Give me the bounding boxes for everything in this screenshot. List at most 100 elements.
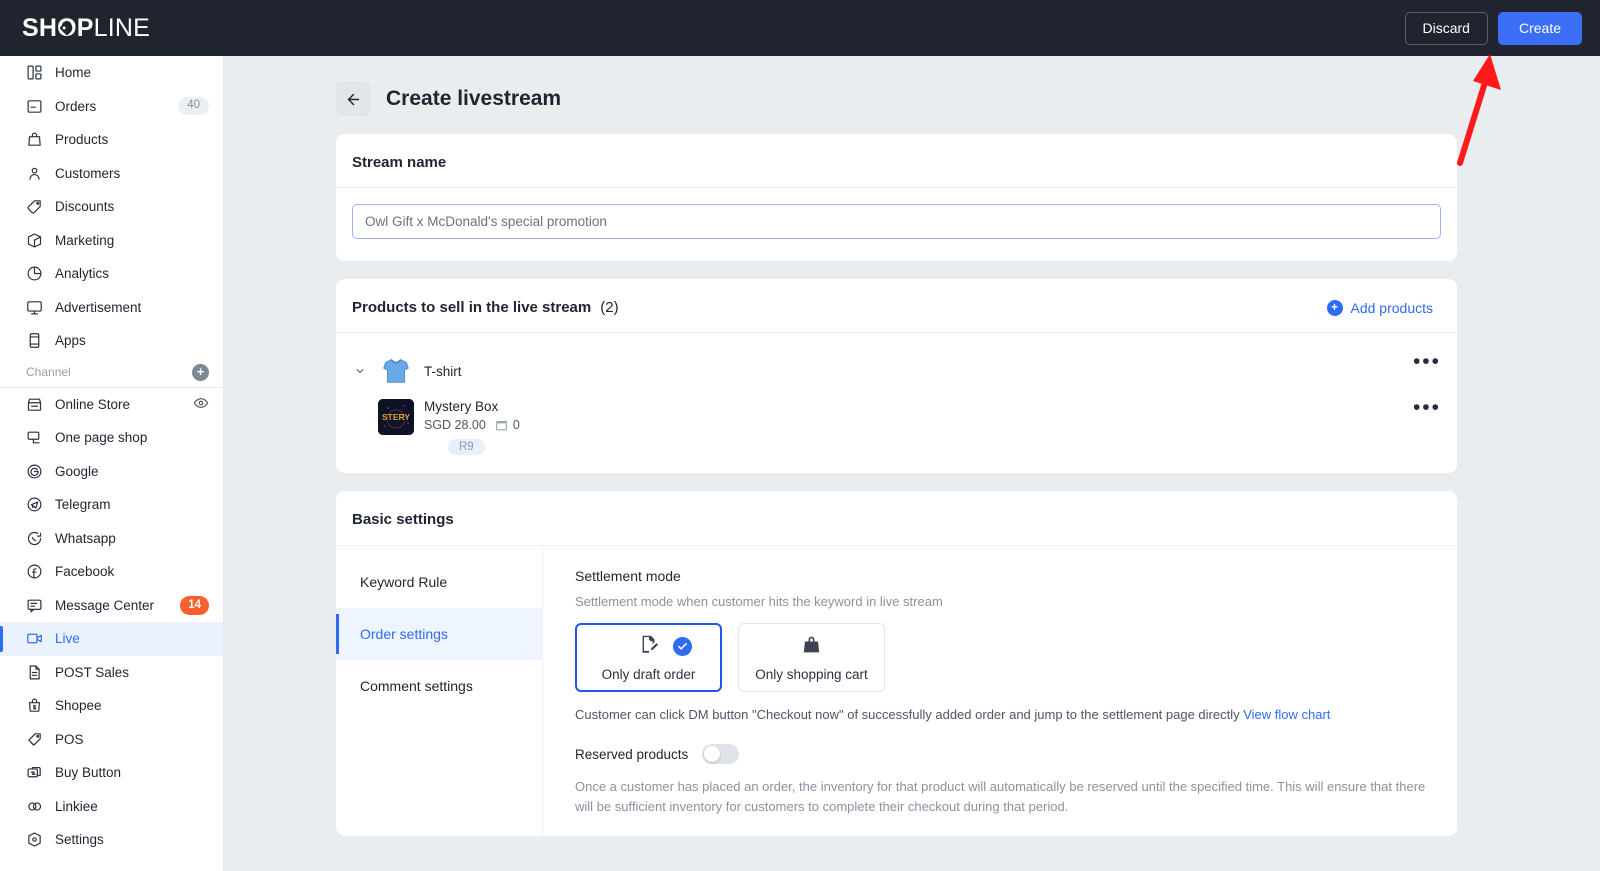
order-settings-panel: Settlement mode Settlement mode when cus…	[543, 546, 1457, 836]
back-button[interactable]	[336, 82, 370, 116]
helper-text: Customer can click DM button "Checkout n…	[575, 707, 1244, 722]
stream-name-input[interactable]	[352, 204, 1441, 239]
topbar-actions: Discard Create	[1404, 11, 1582, 45]
sidebar-item-label: Telegram	[55, 497, 111, 513]
sidebar-item-facebook[interactable]: Facebook	[0, 555, 223, 589]
sidebar-item-linkiee[interactable]: Linkiee	[0, 790, 223, 824]
shopping-bag-icon	[801, 634, 822, 660]
settlement-option-only-shopping-cart[interactable]: Only shopping cart	[738, 623, 885, 692]
settlement-mode-title: Settlement mode	[575, 568, 681, 584]
sidebar-item-shopee[interactable]: Shopee	[0, 689, 223, 723]
sidebar-item-one-page-shop[interactable]: One page shop	[0, 421, 223, 455]
mystery-box-image: STERY	[378, 399, 414, 435]
chevron-down-icon[interactable]	[352, 363, 368, 379]
main-content: Create livestream Stream name Products t…	[224, 56, 1600, 871]
sidebar-item-label: Online Store	[55, 396, 131, 412]
inventory-box-icon	[495, 419, 508, 432]
svg-text:STERY: STERY	[382, 412, 410, 422]
view-flow-chart-link[interactable]: View flow chart	[1243, 707, 1330, 722]
create-button[interactable]: Create	[1497, 11, 1582, 45]
sidebar-item-online-store[interactable]: Online Store	[0, 388, 223, 422]
sidebar-item-label: Message Center	[55, 597, 155, 613]
add-products-button[interactable]: + Add products	[1326, 299, 1434, 316]
sidebar-item-buy-button[interactable]: Buy Button	[0, 756, 223, 790]
sidebar-item-products[interactable]: Products	[0, 123, 223, 157]
check-icon	[673, 637, 692, 656]
products-list: T-shirt ••• STERY Mystery Box SGD 28.00 0 R9 ••…	[336, 333, 1457, 473]
linkiee-icon	[26, 798, 43, 815]
add-products-label: Add products	[1350, 299, 1434, 316]
store-icon	[26, 396, 43, 413]
telegram-icon	[26, 496, 43, 513]
basic-settings-header: Basic settings	[336, 491, 1457, 546]
sidebar-item-label: Shopee	[55, 698, 102, 714]
orders-icon	[26, 98, 43, 115]
sidebar-item-marketing[interactable]: Marketing	[0, 224, 223, 258]
sidebar-item-live[interactable]: Live	[0, 622, 223, 656]
reserved-products-toggle[interactable]	[702, 744, 740, 764]
product-more-options-icon[interactable]: •••	[1413, 351, 1441, 372]
tab-label: Order settings	[360, 626, 448, 642]
sidebar-item-customers[interactable]: Customers	[0, 157, 223, 191]
sidebar-item-label: POS	[55, 731, 84, 747]
product-more-options-icon[interactable]: •••	[1413, 397, 1441, 418]
stream-name-title: Stream name	[352, 154, 447, 171]
sidebar-channel-header: Channel +	[0, 358, 223, 388]
sidebar-item-analytics[interactable]: Analytics	[0, 257, 223, 291]
add-channel-icon[interactable]: +	[192, 363, 209, 381]
tab-comment-settings[interactable]: Comment settings	[336, 660, 542, 712]
shopee-icon	[26, 697, 43, 714]
dashboard-icon	[26, 64, 43, 81]
sidebar-item-advertisement[interactable]: Advertisement	[0, 291, 223, 325]
sidebar-item-label: Marketing	[55, 232, 115, 248]
sidebar-item-home[interactable]: Home	[0, 56, 223, 90]
basic-settings-card: Basic settings Keyword Rule Order setting…	[336, 491, 1457, 836]
tab-keyword-rule[interactable]: Keyword Rule	[336, 556, 542, 608]
reserved-products-description: Once a customer has placed an order, the…	[575, 779, 1426, 814]
tab-order-settings[interactable]: Order settings	[336, 608, 542, 660]
sidebar-item-message-center[interactable]: Message Center 14	[0, 589, 223, 623]
sidebar-item-discounts[interactable]: Discounts	[0, 190, 223, 224]
reserved-products-row: Reserved products	[575, 744, 1433, 764]
sidebar-item-settings[interactable]: Settings	[0, 823, 223, 857]
sidebar-item-pos[interactable]: POS	[0, 723, 223, 757]
settlement-helper-text: Customer can click DM button "Checkout n…	[575, 707, 1433, 722]
sidebar-item-label: Orders	[55, 98, 97, 114]
settlement-option-only-draft-order[interactable]: Only draft order	[575, 623, 722, 692]
product-name: Mystery Box	[424, 399, 499, 414]
product-stock: 0	[512, 418, 520, 432]
product-meta: SGD 28.00 0	[424, 418, 520, 432]
logo-text-p: P	[76, 13, 94, 42]
sidebar-item-apps[interactable]: Apps	[0, 324, 223, 358]
sidebar-item-google[interactable]: Google	[0, 455, 223, 489]
product-row: T-shirt •••	[352, 351, 1441, 389]
sidebar-badge: 40	[178, 97, 209, 116]
pos-icon	[26, 731, 43, 748]
sidebar-item-telegram[interactable]: Telegram	[0, 488, 223, 522]
product-variant-tag: R9	[448, 439, 485, 455]
sidebar-item-label: Settings	[55, 832, 104, 848]
settlement-option-label: Only shopping cart	[755, 666, 868, 682]
toggle-knob	[704, 746, 721, 762]
one-page-shop-icon	[26, 429, 43, 446]
sidebar-item-whatsapp[interactable]: Whatsapp	[0, 522, 223, 556]
sidebar-item-label: Google	[55, 463, 99, 479]
sidebar-item-post-sales[interactable]: POST Sales	[0, 656, 223, 690]
apps-icon	[26, 332, 43, 349]
sidebar-item-label: POST Sales	[55, 664, 130, 680]
channel-label: Channel	[26, 365, 71, 379]
top-bar: SHOPLINE Discard Create	[0, 0, 1600, 56]
products-card: Products to sell in the live stream (2) …	[336, 279, 1457, 473]
sidebar-item-label: Linkiee	[55, 798, 98, 814]
sidebar-item-orders[interactable]: Orders 40	[0, 90, 223, 124]
stream-name-card: Stream name	[336, 134, 1457, 261]
settlement-option-label: Only draft order	[601, 667, 696, 682]
cube-icon	[26, 232, 43, 249]
google-icon	[26, 463, 43, 480]
settings-icon	[26, 831, 43, 848]
live-icon	[26, 630, 43, 647]
sidebar-item-label: Apps	[55, 333, 86, 349]
eye-icon[interactable]	[193, 395, 209, 414]
buy-button-icon	[26, 764, 43, 781]
discard-button[interactable]: Discard	[1404, 11, 1488, 45]
